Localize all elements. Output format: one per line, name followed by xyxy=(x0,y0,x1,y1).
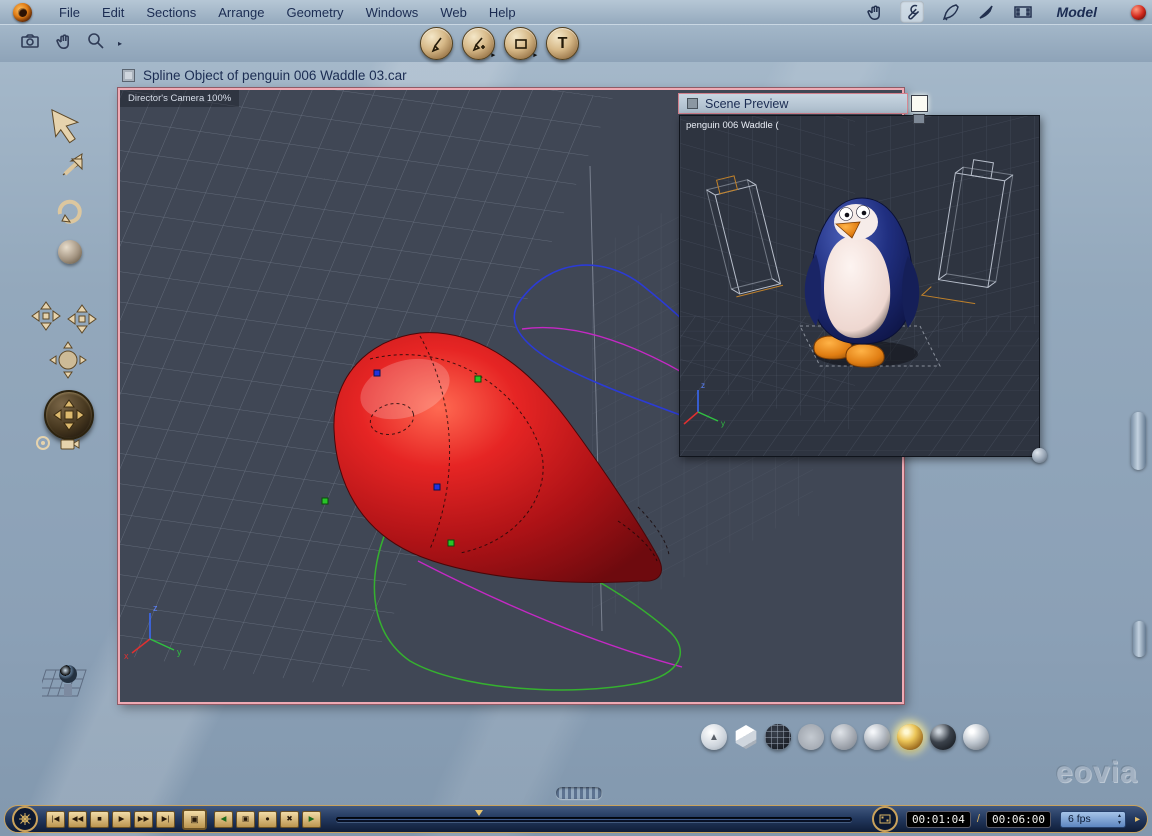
menubar: File Edit Sections Arrange Geometry Wind… xyxy=(0,0,1152,24)
scene-object-label: penguin 006 Waddle ( xyxy=(686,120,779,131)
fast-forward-button[interactable]: ▶▶ xyxy=(134,811,153,828)
fps-value: 6 fps xyxy=(1068,813,1091,825)
prev-key-button[interactable]: ◀ xyxy=(214,811,233,828)
bar-end-arrow-icon[interactable]: ▸ xyxy=(1135,814,1140,825)
dark-sphere-icon[interactable] xyxy=(930,724,956,750)
app-logo-icon[interactable] xyxy=(13,3,32,22)
menu-web[interactable]: Web xyxy=(429,5,478,20)
right-edge-capsule-2 xyxy=(1133,621,1146,657)
orbit-sphere[interactable] xyxy=(48,340,88,385)
pan-cross-2[interactable] xyxy=(66,303,98,340)
total-time-field[interactable]: 00:06:00 xyxy=(986,811,1051,828)
maximize-button[interactable] xyxy=(911,95,928,112)
scene-preview-window[interactable]: Scene Preview penguin 006 Waddle ( xyxy=(678,93,1040,456)
eovia-watermark: eovia xyxy=(1056,756,1138,790)
scene-preview-viewport[interactable]: penguin 006 Waddle ( xyxy=(679,115,1040,457)
stop-button[interactable]: ■ xyxy=(90,811,109,828)
menu-file[interactable]: File xyxy=(48,5,91,20)
gouraud-sphere-icon[interactable] xyxy=(831,724,857,750)
transport-bar: |◀ ◀◀ ■ ▶ ▶▶ ▶| ▣ ◀ ▣ ● ✖ ▶ 00:01:04 / 0… xyxy=(4,805,1148,833)
rotate-tool[interactable] xyxy=(52,192,86,231)
camera-icon[interactable] xyxy=(60,436,80,457)
rectangle-icon[interactable]: ▸ xyxy=(504,27,537,60)
play-button[interactable]: ▶ xyxy=(112,811,131,828)
flyout-arrow-icon[interactable]: ▸ xyxy=(118,39,122,48)
menu-arrange[interactable]: Arrange xyxy=(207,5,275,20)
add-key-button[interactable]: ● xyxy=(258,811,277,828)
spinner-up-icon[interactable]: ▲ xyxy=(1117,813,1122,820)
pen-icon[interactable] xyxy=(937,1,961,23)
window-shade-button[interactable] xyxy=(913,114,925,124)
flat-sphere-icon[interactable] xyxy=(798,724,824,750)
speaker-grille xyxy=(556,787,602,799)
navigation-ball[interactable] xyxy=(44,390,94,440)
menu-windows[interactable]: Windows xyxy=(355,5,430,20)
document-titlebar[interactable]: Spline Object of penguin 006 Waddle 03.c… xyxy=(122,68,407,83)
scene-preview-titlebar[interactable]: Scene Preview xyxy=(678,93,908,114)
menu-geometry[interactable]: Geometry xyxy=(275,5,354,20)
select-arrow[interactable] xyxy=(46,104,86,151)
fps-dropdown[interactable]: 6 fps ▲ ▼ xyxy=(1060,811,1126,828)
current-time-field[interactable]: 00:01:04 xyxy=(906,811,971,828)
wireframe-sphere-icon[interactable] xyxy=(765,724,791,750)
hand-icon[interactable] xyxy=(863,1,887,23)
menu-help[interactable]: Help xyxy=(478,5,527,20)
render-mode-bar: ▲ xyxy=(701,724,989,750)
pan-cross[interactable] xyxy=(30,300,62,337)
animation-web-icon[interactable] xyxy=(12,806,38,832)
time-separator: / xyxy=(977,813,980,825)
spline-pen-icon[interactable] xyxy=(420,27,453,60)
app-window: File Edit Sections Arrange Geometry Wind… xyxy=(0,0,1152,836)
document-title: Spline Object of penguin 006 Waddle 03.c… xyxy=(143,68,407,83)
magnifier-icon[interactable] xyxy=(86,31,106,56)
film-icon[interactable] xyxy=(1011,1,1035,23)
wrench-icon[interactable] xyxy=(900,1,924,23)
mode-label: Model xyxy=(1057,4,1097,20)
flyout-arrow-icon: ▸ xyxy=(491,51,495,59)
scene-thumbnail-icon[interactable] xyxy=(42,660,100,702)
menu-sections[interactable]: Sections xyxy=(135,5,207,20)
gold-sphere-selected-icon[interactable] xyxy=(897,724,923,750)
timeline-marker[interactable] xyxy=(475,810,483,816)
phong-sphere-icon[interactable] xyxy=(864,724,890,750)
menu-edit[interactable]: Edit xyxy=(91,5,135,20)
go-end-button[interactable]: ▶| xyxy=(156,811,175,828)
delete-key-button[interactable]: ✖ xyxy=(280,811,299,828)
timeline-midline xyxy=(338,819,850,820)
svg-text:y: y xyxy=(177,647,182,657)
camera-icon[interactable] xyxy=(20,31,42,56)
timeline-slider[interactable] xyxy=(336,812,852,826)
flyout-arrow-icon: ▸ xyxy=(533,51,537,59)
next-key-button[interactable]: ▶ xyxy=(302,811,321,828)
cube-icon[interactable] xyxy=(734,725,758,749)
arrow-up-sphere-icon[interactable]: ▲ xyxy=(701,724,727,750)
document-icon xyxy=(122,69,135,82)
film-frame-icon[interactable] xyxy=(872,806,898,832)
right-edge-capsule xyxy=(1131,412,1146,470)
scene-preview-title: Scene Preview xyxy=(705,97,788,111)
move-arrow[interactable] xyxy=(58,150,88,185)
rewind-button[interactable]: ◀◀ xyxy=(68,811,87,828)
go-start-button[interactable]: |◀ xyxy=(46,811,65,828)
knife-icon[interactable] xyxy=(974,1,998,23)
window-icon xyxy=(687,98,698,109)
svg-text:x: x xyxy=(124,651,129,661)
svg-text:z: z xyxy=(153,603,158,613)
silver-sphere-icon[interactable] xyxy=(963,724,989,750)
frame-counter-button[interactable]: ▣ xyxy=(182,809,207,830)
text-tool[interactable]: T xyxy=(546,27,579,60)
toolbar: ▸ ▸ ▸ T xyxy=(0,24,1152,62)
scene-sphere-icon[interactable] xyxy=(1131,5,1146,20)
svg-text:z: z xyxy=(701,381,705,390)
key-frame-button[interactable]: ▣ xyxy=(236,811,255,828)
resize-handle[interactable] xyxy=(1032,448,1047,463)
spline-pen-flyout-icon[interactable]: ▸ xyxy=(462,27,495,60)
svg-text:y: y xyxy=(721,419,725,428)
hand-icon[interactable] xyxy=(54,31,74,56)
scale-sphere[interactable] xyxy=(58,240,82,264)
spinner-down-icon[interactable]: ▼ xyxy=(1117,820,1122,827)
target-icon[interactable] xyxy=(34,434,52,457)
camera-label: Director's Camera 100% xyxy=(120,90,239,107)
